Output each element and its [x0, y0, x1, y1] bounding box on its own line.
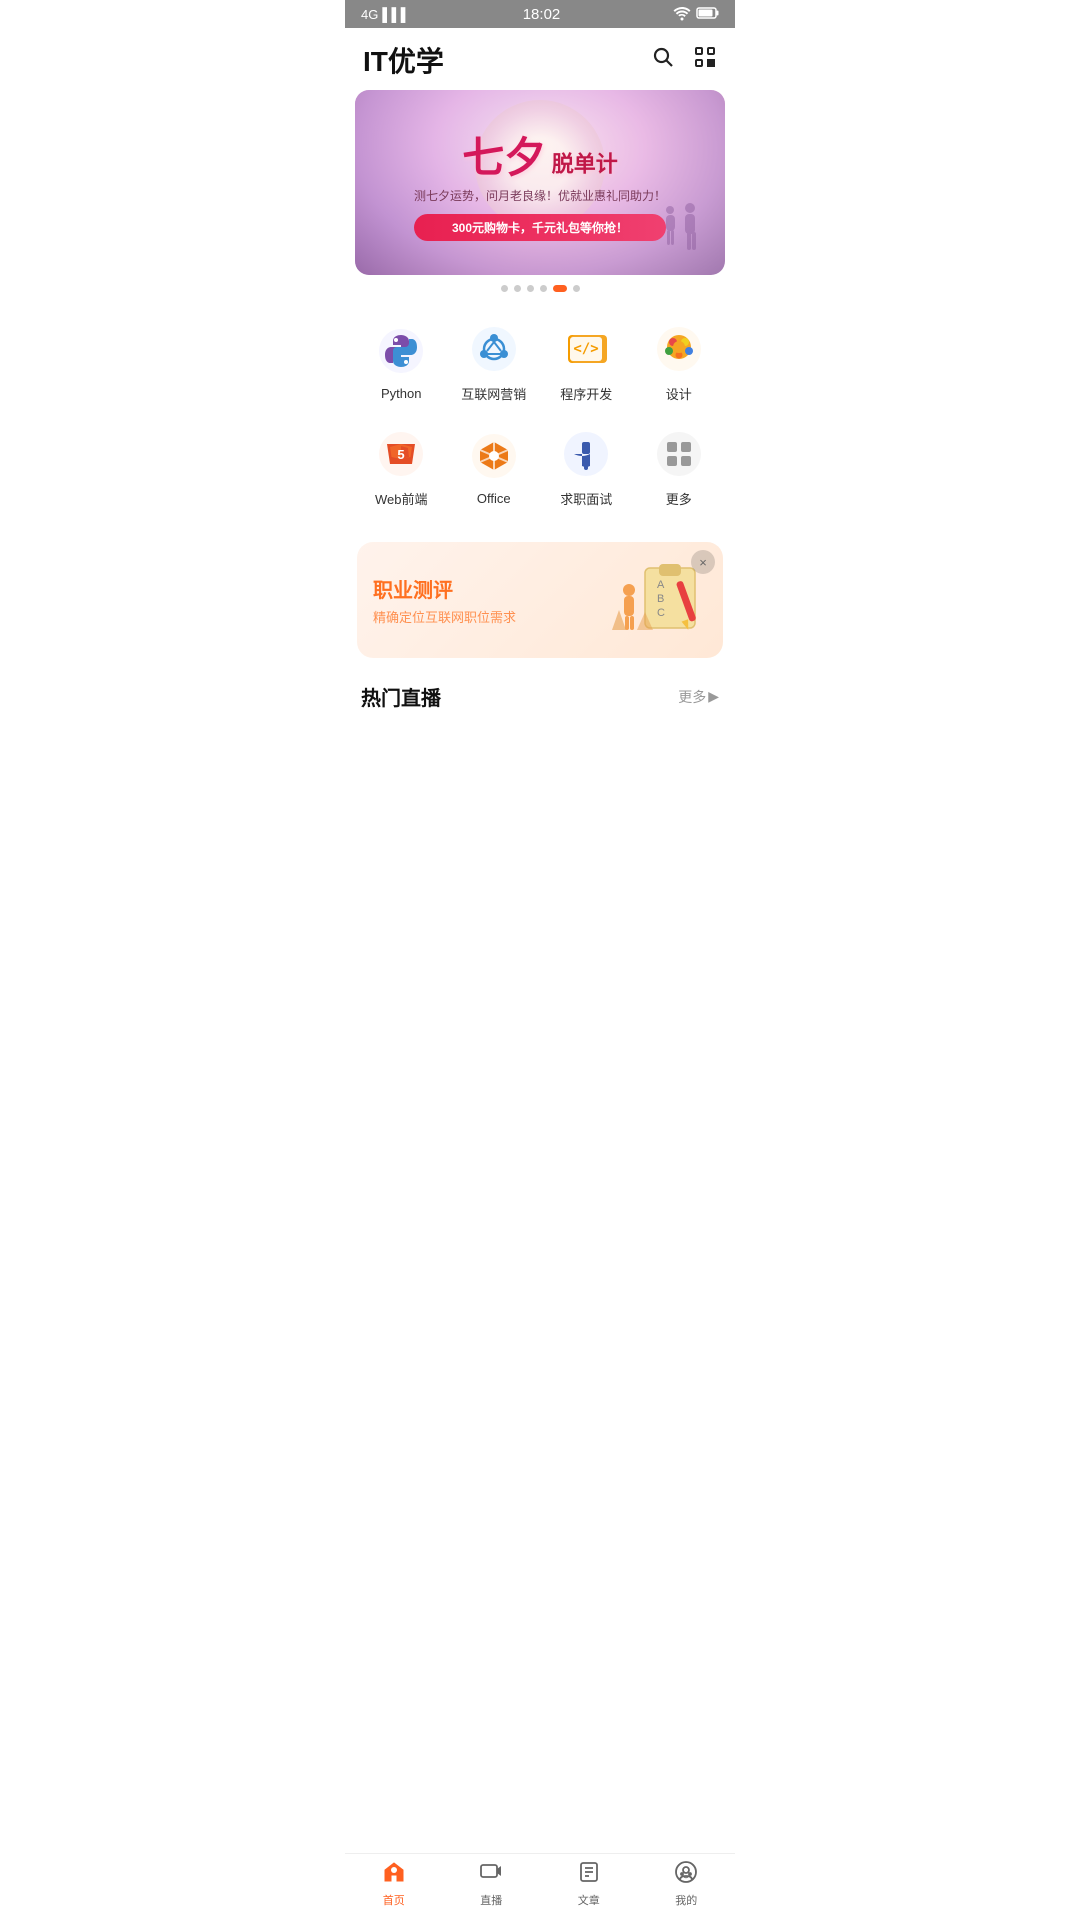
programming-icon: </> [559, 322, 613, 376]
hot-live-header: 热门直播 更多 ▶ [345, 668, 735, 719]
promo-close-button[interactable]: × [691, 550, 715, 574]
top-bar: IT优学 [345, 28, 735, 90]
header-icons [651, 45, 717, 75]
interview-icon [559, 427, 613, 481]
article-icon [577, 1860, 601, 1890]
app-title: IT优学 [363, 40, 444, 80]
home-label: 首页 [383, 1892, 405, 1908]
more-icon [652, 427, 706, 481]
promo-illustration: A B C [607, 560, 707, 640]
svg-text:B: B [657, 593, 664, 605]
office-label: Office [477, 491, 511, 506]
dot-4[interactable] [540, 285, 547, 292]
banner-container: 七夕 脱单计 测七夕运势，问月老良缘！优就业惠礼同助力！ 300元购物卡，千元礼… [345, 90, 735, 275]
svg-text:A: A [657, 579, 665, 591]
career-assessment-banner[interactable]: 职业测评 精确定位互联网职位需求 A B C × [357, 542, 723, 658]
signal-bars: ▌▌▌ [382, 7, 410, 22]
office-icon [467, 429, 521, 483]
more-label: 更多 [666, 489, 692, 508]
dot-6[interactable] [573, 285, 580, 292]
mine-label: 我的 [675, 1892, 697, 1908]
web-label: Web前端 [375, 489, 428, 508]
promo-banner[interactable]: 七夕 脱单计 测七夕运势，问月老良缘！优就业惠礼同助力！ 300元购物卡，千元礼… [355, 90, 725, 275]
category-marketing[interactable]: 互联网营销 [448, 310, 541, 415]
more-arrow-icon: ▶ [708, 688, 719, 705]
battery-icon [697, 7, 719, 22]
wifi-icon [673, 6, 691, 23]
nav-live[interactable]: 直播 [461, 1860, 521, 1908]
category-python[interactable]: Python [355, 310, 448, 415]
banner-content: 七夕 脱单计 测七夕运势，问月老良缘！优就业惠礼同助力！ 300元购物卡，千元礼… [414, 124, 666, 241]
dot-3[interactable] [527, 285, 534, 292]
svg-text:</>: </> [574, 341, 599, 357]
bottom-nav: 首页 直播 文章 [345, 1853, 735, 1920]
python-label: Python [381, 386, 421, 401]
signal-area: 4G ▌▌▌ [361, 7, 410, 22]
dot-1[interactable] [501, 285, 508, 292]
system-icons [673, 6, 719, 23]
banner-subtitle: 测七夕运势，问月老良缘！优就业惠礼同助力！ [414, 187, 666, 204]
marketing-label: 互联网营销 [461, 384, 526, 403]
dot-2[interactable] [514, 285, 521, 292]
python-icon [374, 324, 428, 378]
marketing-icon [467, 322, 521, 376]
promo-text: 职业测评 精确定位互联网职位需求 [373, 574, 607, 626]
live-icon [479, 1860, 503, 1890]
interview-label: 求职面试 [560, 489, 612, 508]
svg-text:5: 5 [398, 447, 405, 462]
nav-mine[interactable]: 我的 [656, 1860, 716, 1908]
home-icon [382, 1860, 406, 1890]
programming-label: 程序开发 [560, 384, 612, 403]
category-programming[interactable]: </> 程序开发 [540, 310, 633, 415]
nav-home[interactable]: 首页 [364, 1860, 424, 1908]
banner-dots [345, 285, 735, 292]
nav-article[interactable]: 文章 [559, 1860, 619, 1908]
category-design[interactable]: 设计 [633, 310, 726, 415]
network-type: 4G [361, 7, 378, 22]
design-icon [652, 322, 706, 376]
promo-title: 职业测评 [373, 574, 607, 603]
category-office[interactable]: Office [448, 415, 541, 520]
article-label: 文章 [578, 1892, 600, 1908]
clock: 18:02 [523, 6, 561, 23]
live-label: 直播 [480, 1892, 502, 1908]
status-bar: 4G ▌▌▌ 18:02 [345, 0, 735, 28]
banner-title: 七夕 脱单计 [414, 124, 666, 185]
category-interview[interactable]: 求职面试 [540, 415, 633, 520]
banner-promo: 300元购物卡，千元礼包等你抢！ [414, 214, 666, 241]
category-grid: Python 互联网营销 </> [345, 298, 735, 532]
scan-button[interactable] [693, 45, 717, 75]
svg-text:C: C [657, 607, 665, 619]
dot-5-active[interactable] [553, 285, 567, 292]
promo-subtitle: 精确定位互联网职位需求 [373, 607, 607, 626]
category-web[interactable]: 5 Web前端 [355, 415, 448, 520]
search-button[interactable] [651, 45, 675, 75]
hot-live-title: 热门直播 [361, 682, 441, 711]
web-icon: 5 [374, 427, 428, 481]
mine-icon [674, 1860, 698, 1890]
category-more[interactable]: 更多 [633, 415, 726, 520]
hot-live-more[interactable]: 更多 ▶ [678, 687, 719, 707]
design-label: 设计 [666, 384, 692, 403]
